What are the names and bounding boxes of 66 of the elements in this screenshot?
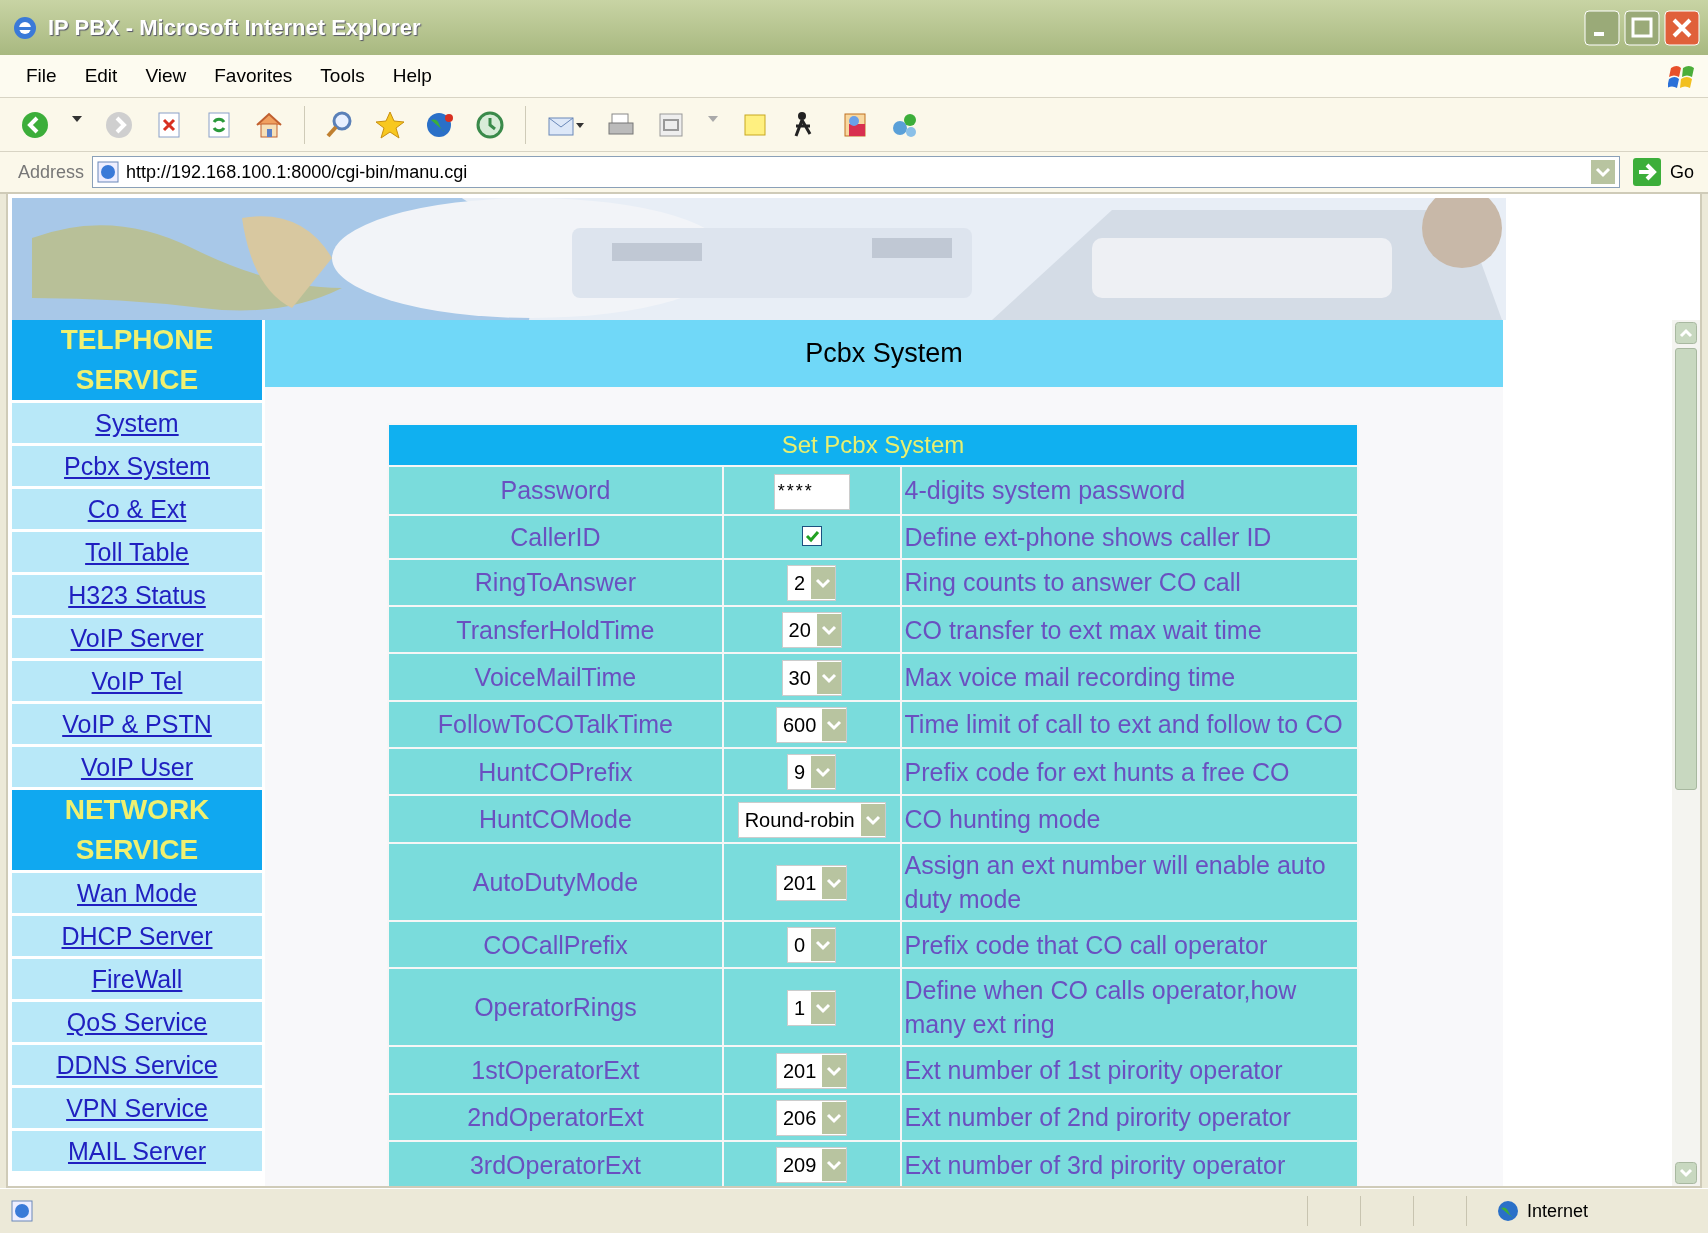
menu-item[interactable]: Help: [378, 61, 446, 91]
field-label: VoiceMailTime: [388, 653, 723, 701]
field-description: Assign an ext number will enable auto duty mode: [900, 842, 1358, 921]
field-description: Time limit of call to ext and follow to CO: [900, 700, 1358, 749]
field-label: Password: [388, 466, 723, 515]
field-description: CO hunting mode: [900, 795, 1358, 843]
field-description: Define when CO calls operator,how many ext ring: [900, 968, 1358, 1047]
dropdown[interactable]: 30: [781, 659, 842, 696]
sidebar-heading: TELPHONE SERVICE: [12, 320, 262, 400]
field-description: Prefix code for ext hunts a free CO: [900, 748, 1358, 796]
maximize-button[interactable]: [1624, 9, 1660, 46]
address-label: Address: [18, 161, 85, 183]
dropdown[interactable]: 209: [776, 1147, 848, 1184]
dropdown[interactable]: Round-robin: [737, 801, 886, 838]
password-field[interactable]: ****: [773, 473, 850, 510]
dropdown[interactable]: 600: [776, 707, 848, 744]
dropdown[interactable]: 1: [787, 989, 837, 1026]
menu-item[interactable]: Favorites: [200, 61, 307, 91]
field-label: 1stOperatorExt: [388, 1046, 723, 1094]
field-description: Prefix code that CO call operator: [900, 920, 1358, 969]
dropdown[interactable]: 2: [787, 564, 837, 601]
field-label: HuntCOPrefix: [388, 748, 723, 796]
field-description: Ring counts to answer CO call: [900, 558, 1358, 606]
dropdown[interactable]: 206: [776, 1100, 848, 1136]
field-description: Max voice mail recording time: [900, 653, 1358, 701]
field-description: 4-digits system password: [900, 466, 1358, 515]
field-label: OperatorRings: [388, 968, 723, 1047]
page-icon: [96, 160, 121, 184]
field-label: HuntCOMode: [388, 795, 723, 843]
scrollbar-thumb[interactable]: [1675, 348, 1697, 790]
page-heading: Pcbx System: [265, 320, 1503, 387]
menu-item[interactable]: Tools: [306, 61, 379, 91]
page-icon: [10, 1199, 34, 1223]
address-field[interactable]: http://192.168.100.1:8000/cgi-bin/manu.cgi: [92, 156, 1620, 188]
go-button[interactable]: Go: [1628, 157, 1698, 187]
field-label: FollowToCOTalkTime: [388, 700, 723, 749]
field-description: Define ext-phone shows caller ID: [900, 514, 1358, 559]
close-button[interactable]: [1664, 9, 1700, 46]
menu-item[interactable]: File: [12, 61, 71, 91]
minimize-button[interactable]: [1584, 9, 1620, 46]
scroll-up-button[interactable]: [1675, 322, 1697, 344]
menu-item[interactable]: View: [131, 61, 201, 91]
window-title: IP PBX - Microsoft Internet Explorer: [48, 14, 422, 41]
menu-item[interactable]: Edit: [70, 61, 132, 91]
field-label: 2ndOperatorExt: [388, 1093, 723, 1141]
scroll-down-button[interactable]: [1675, 1162, 1697, 1184]
dropdown[interactable]: 9: [787, 754, 837, 791]
dropdown[interactable]: 201: [776, 864, 848, 901]
field-label: COCallPrefix: [388, 920, 723, 969]
field-label: RingToAnswer: [388, 558, 723, 606]
dropdown[interactable]: 0: [787, 927, 837, 964]
field-label: AutoDutyMode: [388, 842, 723, 921]
star-icon[interactable]: [375, 109, 405, 140]
field-label: CallerID: [388, 514, 723, 559]
form-heading: Set Pcbx System: [388, 424, 1358, 466]
dropdown[interactable]: 201: [776, 1052, 848, 1089]
field-description: CO transfer to ext max wait time: [900, 605, 1358, 654]
field-label: TransferHoldTime: [388, 605, 723, 654]
field-description: Ext number of 2nd pirority operator: [900, 1093, 1358, 1141]
field-description: Ext number of 1st pirority operator: [900, 1046, 1358, 1094]
history-clock-icon[interactable]: [475, 109, 505, 140]
globe-icon: [1496, 1200, 1519, 1222]
dropdown[interactable]: 20: [781, 612, 842, 649]
zone-label: Internet: [1526, 1200, 1588, 1222]
sidebar-heading: NETWORK SERVICE: [12, 790, 262, 870]
checkbox[interactable]: [801, 525, 822, 546]
